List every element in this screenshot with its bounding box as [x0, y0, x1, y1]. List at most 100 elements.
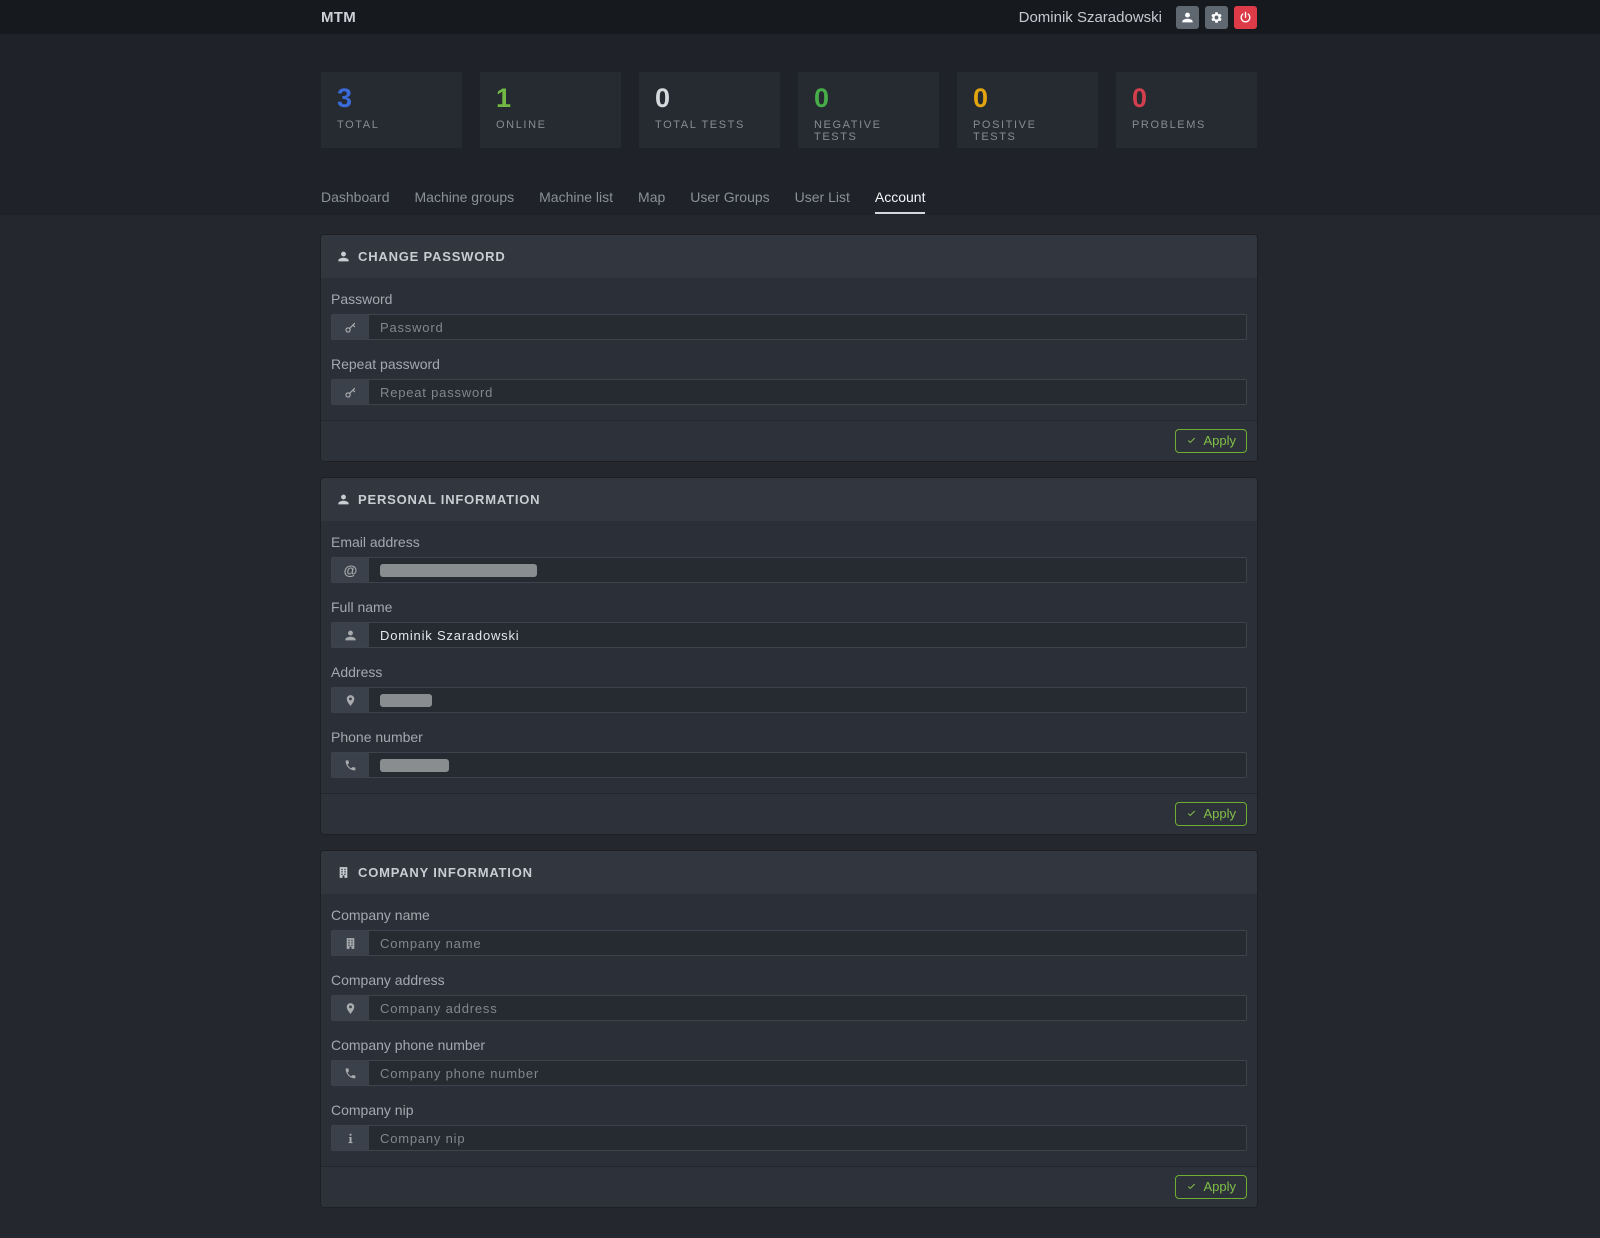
- stat-label: TOTAL: [337, 119, 446, 131]
- company-information-panel: COMPANY INFORMATION Company name Company…: [321, 851, 1257, 1207]
- company-nip-field-group: Company nip: [331, 1102, 1247, 1151]
- company-address-field-group: Company address: [331, 972, 1247, 1021]
- stat-card-total-tests: 0 TOTAL TESTS: [639, 72, 780, 148]
- power-icon: [1239, 11, 1252, 24]
- panel-title: COMPANY INFORMATION: [358, 865, 533, 880]
- field-label: Company address: [331, 972, 1247, 989]
- field-label: Address: [331, 664, 1247, 681]
- field-label: Company phone number: [331, 1037, 1247, 1054]
- phone-icon: [332, 1061, 369, 1085]
- redacted-email-value: [380, 564, 537, 577]
- settings-button[interactable]: [1205, 6, 1228, 29]
- apply-personal-button[interactable]: Apply: [1175, 802, 1247, 826]
- stat-label: ONLINE: [496, 119, 605, 131]
- panel-footer: Apply: [321, 420, 1257, 461]
- apply-label: Apply: [1203, 806, 1236, 821]
- key-icon: [332, 380, 369, 404]
- info-icon: [332, 1126, 369, 1150]
- full-name-field-group: Full name: [331, 599, 1247, 648]
- map-pin-icon: [332, 688, 369, 712]
- phone-field[interactable]: [369, 753, 1246, 777]
- change-password-panel: CHANGE PASSWORD Password Repeat password: [321, 235, 1257, 461]
- building-icon: [337, 866, 358, 879]
- apply-label: Apply: [1203, 433, 1236, 448]
- field-label: Email address: [331, 534, 1247, 551]
- stat-card-problems: 0 PROBLEMS: [1116, 72, 1257, 148]
- repeat-password-field-group: Repeat password: [331, 356, 1247, 405]
- logout-button[interactable]: [1234, 6, 1257, 29]
- panel-footer: Apply: [321, 1166, 1257, 1207]
- nav-tabs: Dashboard Machine groups Machine list Ma…: [321, 189, 1257, 214]
- email-field[interactable]: [369, 558, 1246, 582]
- tab-machine-groups[interactable]: Machine groups: [415, 189, 515, 214]
- user-icon: [337, 250, 358, 263]
- apply-label: Apply: [1203, 1179, 1236, 1194]
- field-label: Repeat password: [331, 356, 1247, 373]
- apply-password-button[interactable]: Apply: [1175, 429, 1247, 453]
- password-input[interactable]: [369, 315, 1246, 339]
- brand-logo[interactable]: MTM: [321, 9, 356, 26]
- company-address-input[interactable]: [369, 996, 1246, 1020]
- full-name-input[interactable]: [369, 623, 1246, 647]
- at-icon: @: [332, 558, 369, 582]
- tab-map[interactable]: Map: [638, 189, 665, 214]
- stats-band: 3 TOTAL 1 ONLINE 0 TOTAL TESTS 0 NEGATIV…: [0, 34, 1600, 215]
- panel-footer: Apply: [321, 793, 1257, 834]
- user-icon: [1181, 11, 1194, 24]
- check-icon: [1186, 435, 1197, 446]
- phone-field-group: Phone number: [331, 729, 1247, 778]
- password-field-group: Password: [331, 291, 1247, 340]
- tab-account[interactable]: Account: [875, 189, 926, 214]
- panel-header: PERSONAL INFORMATION: [321, 478, 1257, 521]
- gear-icon: [1210, 11, 1223, 24]
- user-icon: [337, 493, 358, 506]
- topbar: MTM Dominik Szaradowski: [0, 0, 1600, 34]
- tab-machine-list[interactable]: Machine list: [539, 189, 613, 214]
- check-icon: [1186, 808, 1197, 819]
- redacted-address-value: [380, 694, 432, 707]
- company-nip-input[interactable]: [369, 1126, 1246, 1150]
- stat-cards: 3 TOTAL 1 ONLINE 0 TOTAL TESTS 0 NEGATIV…: [321, 34, 1257, 148]
- field-label: Password: [331, 291, 1247, 308]
- personal-information-panel: PERSONAL INFORMATION Email address @ Ful…: [321, 478, 1257, 834]
- company-phone-input[interactable]: [369, 1061, 1246, 1085]
- map-pin-icon: [332, 996, 369, 1020]
- main-content: CHANGE PASSWORD Password Repeat password: [0, 215, 1600, 1238]
- field-label: Company nip: [331, 1102, 1247, 1119]
- stat-value: 0: [1132, 83, 1241, 114]
- address-field-group: Address: [331, 664, 1247, 713]
- panel-title: CHANGE PASSWORD: [358, 249, 506, 264]
- key-icon: [332, 315, 369, 339]
- stat-label: PROBLEMS: [1132, 119, 1241, 131]
- stat-label: POSITIVE TESTS: [973, 119, 1082, 143]
- stat-label: TOTAL TESTS: [655, 119, 764, 131]
- phone-icon: [332, 753, 369, 777]
- panel-header: CHANGE PASSWORD: [321, 235, 1257, 278]
- company-name-field-group: Company name: [331, 907, 1247, 956]
- tab-user-list[interactable]: User List: [795, 189, 850, 214]
- apply-company-button[interactable]: Apply: [1175, 1175, 1247, 1199]
- redacted-phone-value: [380, 759, 449, 772]
- panel-title: PERSONAL INFORMATION: [358, 492, 540, 507]
- stat-card-online: 1 ONLINE: [480, 72, 621, 148]
- field-label: Company name: [331, 907, 1247, 924]
- check-icon: [1186, 1181, 1197, 1192]
- stat-card-negative-tests: 0 NEGATIVE TESTS: [798, 72, 939, 148]
- stat-label: NEGATIVE TESTS: [814, 119, 923, 143]
- stat-value: 1: [496, 83, 605, 114]
- company-name-input[interactable]: [369, 931, 1246, 955]
- panel-header: COMPANY INFORMATION: [321, 851, 1257, 894]
- stat-value: 0: [655, 83, 764, 114]
- building-icon: [332, 931, 369, 955]
- user-name: Dominik Szaradowski: [1019, 9, 1162, 26]
- repeat-password-input[interactable]: [369, 380, 1246, 404]
- user-icon: [332, 623, 369, 647]
- stat-card-positive-tests: 0 POSITIVE TESTS: [957, 72, 1098, 148]
- email-field-group: Email address @: [331, 534, 1247, 583]
- stat-value: 0: [814, 83, 923, 114]
- tab-user-groups[interactable]: User Groups: [690, 189, 769, 214]
- address-field[interactable]: [369, 688, 1246, 712]
- tab-dashboard[interactable]: Dashboard: [321, 189, 390, 214]
- company-phone-field-group: Company phone number: [331, 1037, 1247, 1086]
- profile-button[interactable]: [1176, 6, 1199, 29]
